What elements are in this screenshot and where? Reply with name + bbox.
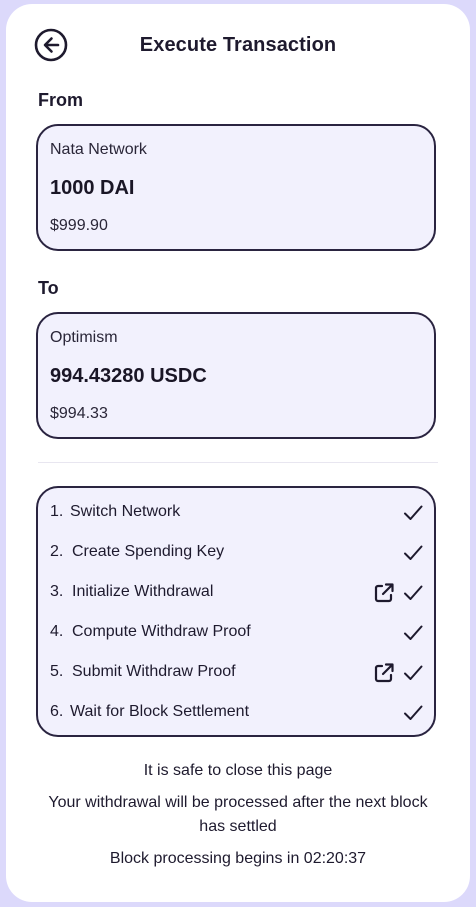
step-initialize-withdrawal: 3. Initialize Withdrawal (50, 581, 426, 605)
step-number: 4. (50, 623, 64, 640)
step-number: 5. (50, 663, 64, 680)
page-title: Execute Transaction (139, 34, 337, 56)
to-box: Optimism 994.43280 USDC $994.33 (36, 312, 436, 439)
header: Execute Transaction (6, 28, 470, 64)
step-submit-withdraw-proof: 5. Submit Withdraw Proof (50, 661, 426, 685)
check-icon (404, 705, 423, 720)
step-create-spending-key: 2. Create Spending Key (50, 541, 426, 565)
step-switch-network: 1. Switch Network (50, 501, 426, 525)
step-label: Wait for Block Settlement (70, 703, 250, 720)
step-label: Submit Withdraw Proof (72, 663, 236, 680)
step-compute-withdraw-proof: 4. Compute Withdraw Proof (50, 621, 426, 645)
check-icon (404, 585, 423, 600)
to-network: Optimism (50, 329, 118, 346)
step-number: 3. (50, 583, 64, 600)
safe-to-close-text: It is safe to close this page (143, 762, 333, 779)
from-box: Nata Network 1000 DAI $999.90 (36, 124, 436, 251)
step-number: 6. (50, 703, 64, 720)
countdown-text: Block processing begins in 02:20:37 (109, 850, 367, 867)
divider (38, 462, 438, 463)
external-link-icon[interactable] (372, 661, 396, 685)
step-label: Switch Network (70, 503, 181, 520)
transaction-card: Execute Transaction From Nata Network 10… (6, 4, 470, 902)
step-number: 1. (50, 503, 64, 520)
to-fiat-value: $994.33 (50, 405, 108, 422)
external-link-icon[interactable] (372, 581, 396, 605)
from-fiat-value: $999.90 (50, 217, 108, 234)
check-icon (404, 665, 423, 680)
from-amount: 1000 DAI (50, 177, 135, 199)
steps-list: 1. Switch Network 2. Create Spending Key… (36, 486, 436, 737)
check-icon (404, 545, 423, 560)
check-icon (404, 505, 423, 520)
to-amount: 994.43280 USDC (50, 365, 207, 387)
withdrawal-info-text: Your withdrawal will be processed after … (48, 794, 428, 835)
from-network: Nata Network (50, 141, 147, 158)
step-label: Create Spending Key (72, 543, 225, 560)
step-number: 2. (50, 543, 64, 560)
step-label: Compute Withdraw Proof (72, 623, 251, 640)
check-icon (404, 625, 423, 640)
from-label: From (38, 90, 83, 110)
to-label: To (38, 278, 59, 298)
step-wait-block-settlement: 6. Wait for Block Settlement (50, 701, 426, 725)
step-label: Initialize Withdrawal (72, 583, 214, 600)
